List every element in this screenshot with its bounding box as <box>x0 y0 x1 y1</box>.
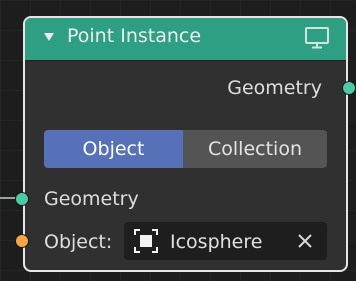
input-geometry-socket[interactable] <box>15 192 29 206</box>
input-object-socket[interactable] <box>15 234 29 248</box>
node-title: Point Instance <box>67 25 202 47</box>
point-instance-node[interactable]: Point Instance Geometry Object Collectio… <box>23 16 348 272</box>
object-field-value: Icosphere <box>170 231 263 253</box>
chevron-down-icon[interactable] <box>44 33 54 41</box>
object-option-button[interactable]: Object <box>44 130 183 168</box>
node-header[interactable]: Point Instance <box>25 18 346 61</box>
object-field[interactable]: Icosphere <box>124 222 327 260</box>
monitor-icon[interactable] <box>304 26 330 50</box>
output-geometry-socket[interactable] <box>342 81 356 95</box>
object-cube-icon <box>134 229 158 253</box>
input-geometry-label: Geometry <box>44 188 139 210</box>
instance-type-toggle[interactable]: Object Collection <box>44 130 327 168</box>
close-icon[interactable] <box>295 231 315 251</box>
output-geometry-label: Geometry <box>227 77 322 99</box>
incoming-link-wire <box>0 197 16 199</box>
collection-option-button[interactable]: Collection <box>183 130 327 168</box>
input-object-label: Object: <box>44 231 113 253</box>
